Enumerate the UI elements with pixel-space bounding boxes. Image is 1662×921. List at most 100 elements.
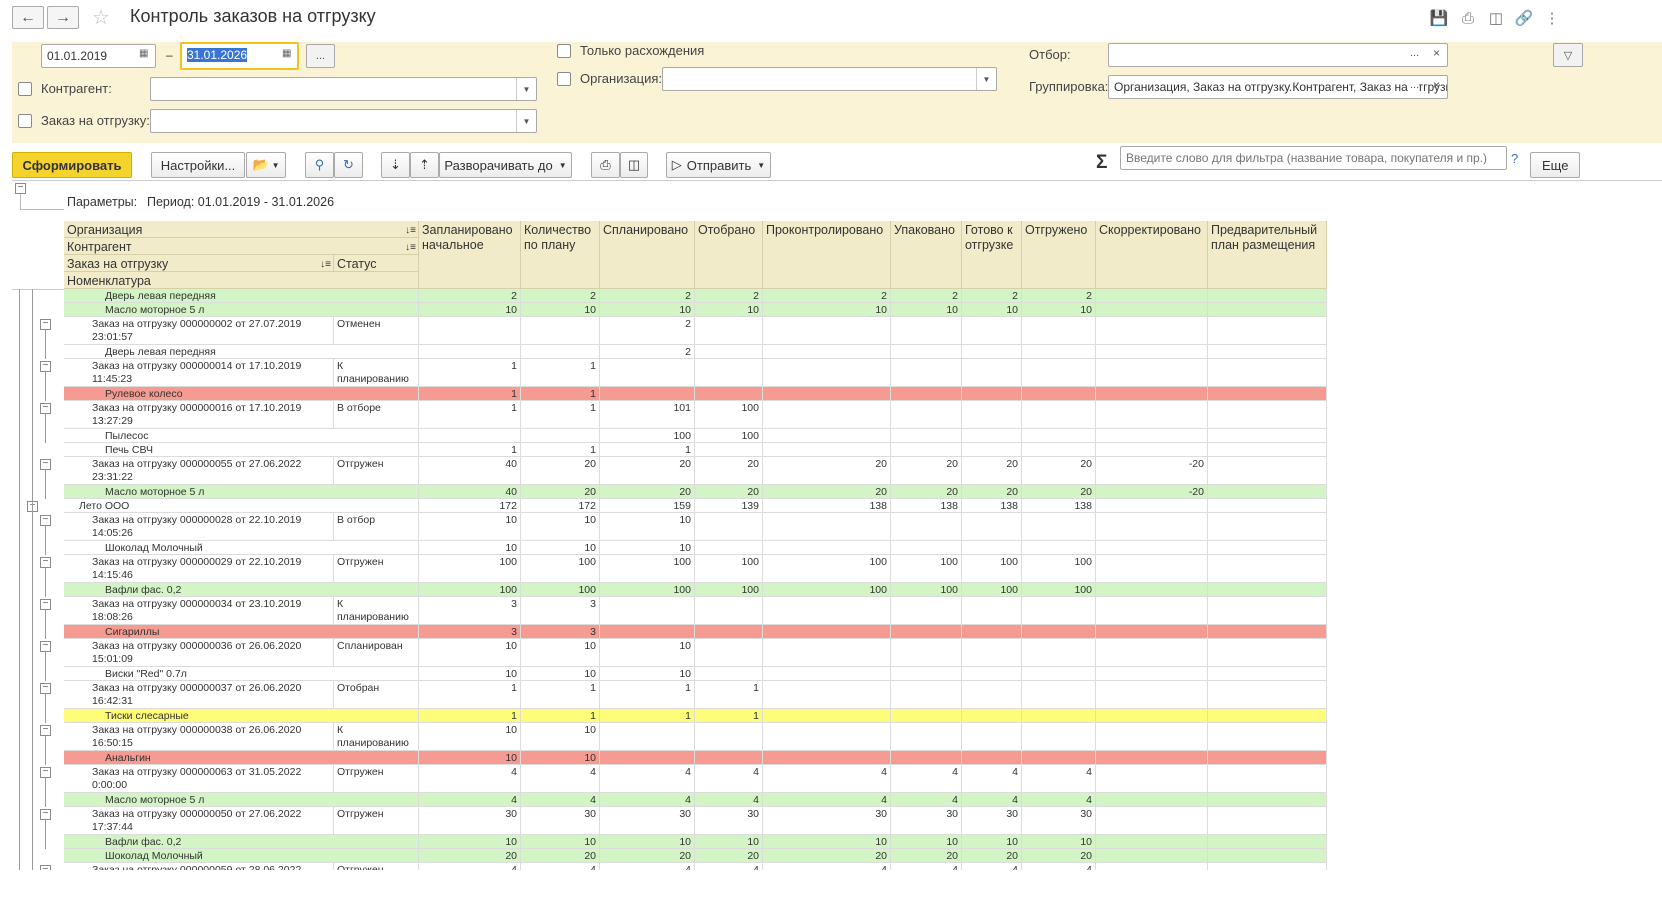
- column-header[interactable]: Спланировано: [600, 221, 695, 289]
- item-row[interactable]: Печь СВЧ 1 1 1: [64, 443, 1327, 457]
- column-header[interactable]: Скорректировано: [1096, 221, 1208, 289]
- collapse-toggle-icon[interactable]: −: [40, 361, 51, 372]
- column-header[interactable]: Запланировано начальное: [419, 221, 521, 289]
- collapse-toggle-icon[interactable]: −: [40, 557, 51, 568]
- column-header[interactable]: Количество по плану: [521, 221, 600, 289]
- selection-input[interactable]: [1108, 43, 1448, 67]
- item-row[interactable]: Вафли фас. 0,2 10 10 10 10 10 10 10 10: [64, 835, 1327, 849]
- order-row[interactable]: Заказ на отгрузку 000000050 от 27.06.202…: [64, 807, 1327, 835]
- grouping-dots-button[interactable]: ...: [1410, 79, 1420, 91]
- collapse-toggle-icon[interactable]: −: [40, 725, 51, 736]
- order-row[interactable]: Заказ на отгрузку 000000016 от 17.10.201…: [64, 401, 1327, 429]
- item-row[interactable]: Сигариллы 3 3: [64, 625, 1327, 639]
- expand-to-button[interactable]: Разворачивать до ▼: [439, 152, 572, 178]
- collapse-all-button[interactable]: ⇡: [410, 152, 439, 178]
- order-row[interactable]: Заказ на отгрузку 000000002 от 27.07.201…: [64, 317, 1327, 345]
- print-button[interactable]: ⎙: [591, 152, 620, 178]
- variants-button[interactable]: 📂 ▼: [246, 152, 286, 178]
- contractor-input[interactable]: [150, 77, 537, 101]
- period-select-button[interactable]: ...: [306, 44, 335, 68]
- chevron-down-icon[interactable]: ▼: [516, 110, 536, 132]
- selection-dots-button[interactable]: ...: [1410, 47, 1419, 59]
- order-row[interactable]: Заказ на отгрузку 000000059 от 28.06.202…: [64, 863, 1327, 870]
- collapse-toggle-icon[interactable]: −: [40, 641, 51, 652]
- sum-icon[interactable]: Σ: [1096, 152, 1107, 174]
- link-icon[interactable]: 🔗: [1515, 9, 1534, 27]
- order-row[interactable]: Заказ на отгрузку 000000014 от 17.10.201…: [64, 359, 1327, 387]
- search-input[interactable]: [1120, 146, 1507, 170]
- collapse-toggle-icon[interactable]: −: [40, 319, 51, 330]
- collapse-toggle-icon[interactable]: −: [40, 767, 51, 778]
- collapse-toggle-icon[interactable]: −: [40, 403, 51, 414]
- contractor-checkbox[interactable]: [18, 82, 32, 96]
- order-row[interactable]: Заказ на отгрузку 000000037 от 26.06.202…: [64, 681, 1327, 709]
- help-icon[interactable]: ?: [1511, 151, 1518, 166]
- item-row[interactable]: Масло моторное 5 л 10 10 10 10 10 10 10 10: [64, 303, 1327, 317]
- sort-icon[interactable]: ↓≡: [405, 223, 416, 238]
- item-row[interactable]: Дверь левая передняя 2 2 2 2 2 2 2 2: [64, 289, 1327, 303]
- collapse-toggle-icon[interactable]: −: [40, 865, 51, 870]
- column-header[interactable]: Проконтролировано: [763, 221, 891, 289]
- more-button[interactable]: Еще: [1530, 152, 1580, 178]
- collapse-toggle-icon[interactable]: −: [40, 683, 51, 694]
- header-nomenclature[interactable]: Номенклатура: [64, 272, 419, 289]
- preview-icon[interactable]: ◫: [1487, 9, 1505, 27]
- clear-icon[interactable]: ×: [1433, 46, 1440, 60]
- item-row[interactable]: Рулевое колесо 1 1: [64, 387, 1327, 401]
- generate-button[interactable]: Сформировать: [12, 152, 132, 178]
- more-vertical-icon[interactable]: ⋮: [1543, 9, 1561, 27]
- column-header[interactable]: Готово к отгрузке: [962, 221, 1022, 289]
- column-header[interactable]: Отгружено: [1022, 221, 1096, 289]
- order-row[interactable]: Заказ на отгрузку 000000034 от 23.10.201…: [64, 597, 1327, 625]
- header-status[interactable]: Статус: [334, 255, 419, 272]
- collapse-toggle-icon[interactable]: −: [40, 459, 51, 470]
- order-row[interactable]: Заказ на отгрузку 000000055 от 27.06.202…: [64, 457, 1327, 485]
- column-header[interactable]: Отобрано: [695, 221, 763, 289]
- order-checkbox[interactable]: [18, 114, 32, 128]
- column-header[interactable]: Предварительный план размещения: [1208, 221, 1327, 289]
- item-row[interactable]: Пылесос 100 100: [64, 429, 1327, 443]
- send-button[interactable]: ▷ Отправить ▼: [666, 152, 771, 178]
- item-row[interactable]: Виски "Red" 0.7л 10 10 10: [64, 667, 1327, 681]
- find-next-button[interactable]: ↻: [334, 152, 363, 178]
- item-row[interactable]: Шоколад Молочный 20 20 20 20 20 20 20 20: [64, 849, 1327, 863]
- item-row[interactable]: Анальгин 10 10: [64, 751, 1327, 765]
- report-spreadsheet[interactable]: − Параметры: Период: 01.01.2019 - 31.01.…: [12, 180, 1662, 870]
- item-row[interactable]: Масло моторное 5 л44444444: [64, 793, 1327, 807]
- back-button[interactable]: ←: [12, 6, 44, 29]
- print-icon[interactable]: ⎙: [1459, 9, 1477, 27]
- contractor-row[interactable]: Лето ООО 172 172 159 139 138 138 138 138: [64, 499, 1327, 513]
- only-diff-checkbox[interactable]: [557, 44, 571, 58]
- collapse-toggle-icon[interactable]: −: [40, 809, 51, 820]
- preview-button[interactable]: ◫: [620, 152, 648, 178]
- collapse-toggle-icon[interactable]: −: [40, 515, 51, 526]
- save-icon[interactable]: 💾: [1430, 9, 1449, 27]
- grouping-input[interactable]: Организация, Заказ на отгрузку.Контраген…: [1108, 75, 1448, 99]
- chevron-down-icon[interactable]: ▼: [976, 68, 996, 90]
- header-organization[interactable]: Организация ↓≡: [64, 221, 419, 238]
- forward-button[interactable]: →: [47, 6, 79, 29]
- order-input[interactable]: [150, 109, 537, 133]
- header-order[interactable]: Заказ на отгрузку ↓≡: [64, 255, 334, 272]
- organization-input[interactable]: [662, 67, 997, 91]
- chevron-down-icon[interactable]: ▼: [516, 78, 536, 100]
- collapse-toggle-icon[interactable]: −: [40, 599, 51, 610]
- order-row[interactable]: Заказ на отгрузку 000000063 от 31.05.202…: [64, 765, 1327, 793]
- expand-all-button[interactable]: ⇣: [381, 152, 410, 178]
- item-row[interactable]: Вафли фас. 0,2 100 100 100 100 100 100 100 100: [64, 583, 1327, 597]
- item-row[interactable]: Шоколад Молочный 10 10 10: [64, 541, 1327, 555]
- clear-icon[interactable]: ×: [1433, 78, 1440, 92]
- collapse-toggle-icon[interactable]: −: [15, 183, 26, 194]
- order-row[interactable]: Заказ на отгрузку 000000038 от 26.06.202…: [64, 723, 1327, 751]
- filter-icon[interactable]: ▽: [1553, 43, 1583, 67]
- sort-icon[interactable]: ↓≡: [320, 257, 331, 272]
- order-row[interactable]: Заказ на отгрузку 000000036 от 26.06.202…: [64, 639, 1327, 667]
- column-header[interactable]: Упаковано: [891, 221, 962, 289]
- item-row[interactable]: Дверь левая передняя 2: [64, 345, 1327, 359]
- calendar-icon[interactable]: ▦: [282, 48, 291, 59]
- sort-icon[interactable]: ↓≡: [405, 240, 416, 255]
- order-row[interactable]: Заказ на отгрузку 000000028 от 22.10.201…: [64, 513, 1327, 541]
- organization-checkbox[interactable]: [557, 72, 571, 86]
- favorite-star-icon[interactable]: ☆: [92, 5, 110, 30]
- find-button[interactable]: ⚲: [305, 152, 334, 178]
